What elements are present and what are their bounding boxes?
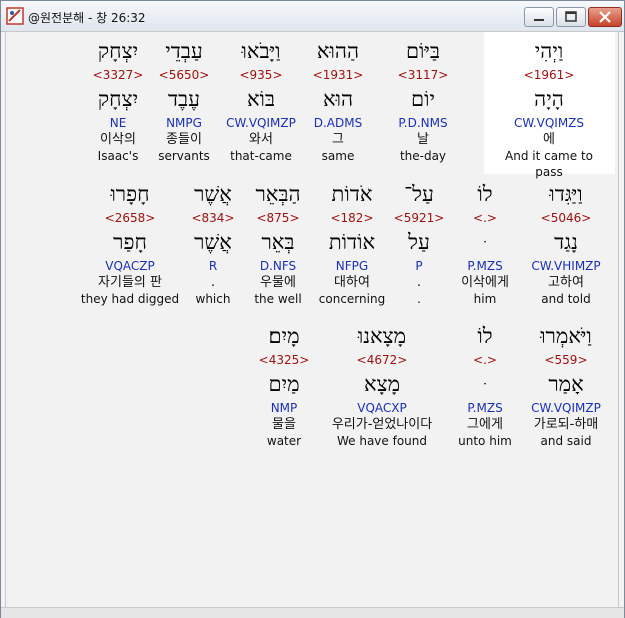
- parse-code: P.MZS: [467, 401, 503, 415]
- english-gloss: And it came to pass: [505, 149, 593, 179]
- english-gloss: We have found: [336, 434, 427, 448]
- korean-gloss: 에: [543, 132, 555, 147]
- korean-gloss: 날: [417, 132, 429, 147]
- lemma-word: יִצְחָק: [97, 87, 139, 111]
- lemma-word: מַיִם: [268, 372, 300, 396]
- lemma-word: הָיָה: [534, 87, 564, 111]
- hebrew-word: וַיְהִי: [534, 39, 564, 63]
- english-gloss: Isaac's: [97, 149, 139, 163]
- maximize-icon: [565, 11, 577, 22]
- parse-code: VQACXP: [357, 401, 407, 415]
- word-cell[interactable]: יִצְחָק <3327> יִצְחָק NE 이삭의 Isaac's: [68, 37, 168, 164]
- lemma-word: יוֹם: [411, 87, 435, 111]
- minimize-icon: [534, 19, 544, 21]
- strong-number: <2658>: [104, 211, 156, 225]
- parse-code: VQACZP: [105, 259, 155, 273]
- title-bar[interactable]: @원전분해 - 창 26:32: [1, 1, 624, 32]
- word-cell[interactable]: וַיְהִי <1961> הָיָה CW.VQIMZS 에 And it …: [499, 37, 599, 179]
- word-cell[interactable]: מָצָאנוּ <4672> מָצָא VQACXP 우리가-얻었나이다 W…: [320, 322, 444, 449]
- hebrew-word: חָפָרוּ: [110, 182, 150, 206]
- maximize-button[interactable]: [556, 7, 586, 27]
- strong-number: <4325>: [258, 353, 310, 367]
- strong-number: <1961>: [523, 68, 575, 82]
- korean-gloss: 우리가-얻었나이다: [331, 417, 433, 432]
- english-gloss: the-day: [399, 149, 447, 163]
- strong-number: <3327>: [92, 68, 144, 82]
- strong-number: <4672>: [356, 353, 408, 367]
- korean-gloss: 그에게: [467, 417, 503, 432]
- app-logo-icon: [6, 7, 24, 25]
- word-cell[interactable]: לוֹ <.> ּ P.MZS 그에게 unto him: [435, 322, 535, 449]
- english-gloss: they had digged: [80, 292, 180, 306]
- analysis-pane: וַיְהִי <1961> הָיָה CW.VQIMZS 에 And it …: [5, 31, 619, 608]
- korean-gloss: 물을: [272, 417, 296, 432]
- korean-gloss: 이삭의: [100, 132, 136, 147]
- word-cell[interactable]: מָיִם׃ <4325> מַיִם NMP 물을 water: [234, 322, 334, 449]
- lemma-word: מָצָא: [363, 372, 401, 396]
- parse-code: P.D.NMS: [398, 116, 448, 130]
- hebrew-word: מָיִם׃: [268, 324, 300, 348]
- parse-code: NE: [109, 116, 127, 130]
- korean-gloss: 자기들의 판: [98, 275, 162, 290]
- hebrew-word: יִצְחָק: [97, 39, 139, 63]
- parse-code: NMP: [270, 401, 298, 415]
- word-cell[interactable]: בַּיּוֹם <3117> יוֹם P.D.NMS 날 the-day: [373, 37, 473, 164]
- english-gloss: water: [266, 434, 302, 448]
- close-icon: [599, 11, 611, 23]
- hebrew-word: בַּיּוֹם: [405, 39, 441, 63]
- parse-code: CW.VQIMZS: [513, 116, 585, 130]
- lemma-word: חָפַר: [113, 230, 147, 254]
- lemma-word: ּ: [435, 370, 535, 398]
- strong-number: <.>: [473, 353, 497, 367]
- hebrew-word: מָצָאנוּ: [357, 324, 407, 348]
- window-title: @원전분해 - 창 26:32: [28, 11, 146, 25]
- minimize-button[interactable]: [524, 7, 554, 27]
- english-gloss: unto him: [458, 434, 512, 448]
- hebrew-word: לוֹ: [477, 324, 493, 348]
- word-cell[interactable]: חָפָרוּ <2658> חָפַר VQACZP 자기들의 판 they …: [80, 180, 180, 307]
- close-button[interactable]: [588, 7, 622, 27]
- status-bar: [1, 607, 624, 618]
- app-window: @원전분해 - 창 26:32 וַיְהִי <1961> הָיָה CW.…: [0, 0, 625, 618]
- strong-number: <3117>: [397, 68, 449, 82]
